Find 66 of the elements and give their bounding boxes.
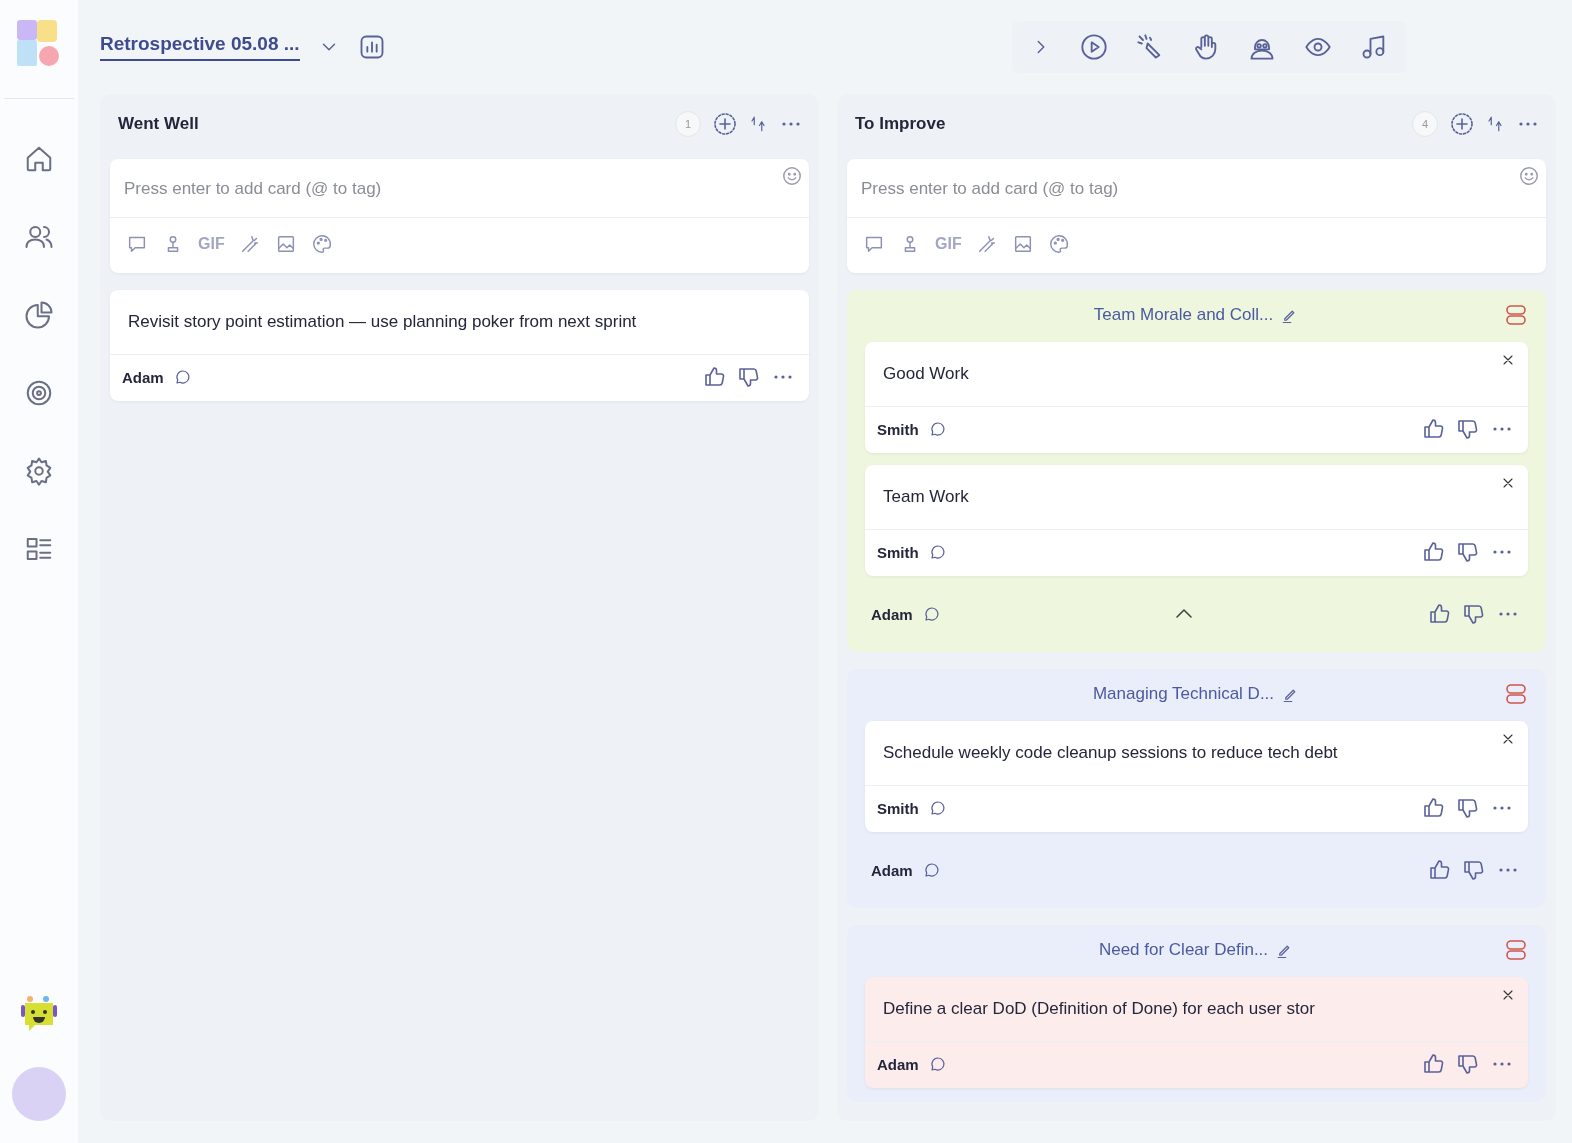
card-text: Schedule weekly code cleanup sessions to reduce tech debt — [865, 721, 1528, 786]
target-icon[interactable] — [24, 378, 54, 408]
thumbs-up-icon[interactable] — [1422, 1052, 1446, 1076]
smile-icon[interactable] — [781, 165, 803, 187]
thumbs-up-icon[interactable] — [1422, 540, 1446, 564]
smile-icon[interactable] — [1518, 165, 1540, 187]
thumbs-down-icon[interactable] — [1456, 1052, 1480, 1076]
author-name: Adam — [871, 605, 913, 623]
thumbs-up-icon[interactable] — [1422, 796, 1446, 820]
add-card-field[interactable]: Press enter to add card (@ to tag) — [847, 159, 1546, 218]
thumbs-down-icon[interactable] — [1462, 602, 1486, 626]
comment-icon[interactable] — [928, 799, 947, 817]
add-card-input[interactable]: Press enter to add card (@ to tag) — [861, 165, 1518, 199]
add-icon[interactable] — [1450, 112, 1474, 136]
comment-icon[interactable] — [922, 605, 941, 623]
add-card-field[interactable]: Press enter to add card (@ to tag) — [110, 159, 809, 218]
thumbs-up-icon[interactable] — [1422, 417, 1446, 441]
comment-icon[interactable] — [928, 543, 947, 561]
group-title[interactable]: Managing Technical D... — [1092, 684, 1275, 704]
card-text: Good Work — [865, 342, 1528, 407]
comment-icon[interactable] — [928, 1055, 947, 1073]
author-name: Adam — [871, 861, 913, 879]
sort-icon[interactable] — [1486, 115, 1504, 133]
card-text: Team Work — [865, 465, 1528, 530]
thumbs-up-icon[interactable] — [1428, 602, 1452, 626]
thumbs-down-icon[interactable] — [1456, 417, 1480, 441]
retro-card[interactable]: Revisit story point estimation — use planning poker from next sprint Adam — [110, 290, 809, 401]
stack-icon[interactable] — [1504, 303, 1528, 327]
card-text: Revisit story point estimation — use planning poker from next sprint — [110, 290, 809, 355]
thumbs-up-icon[interactable] — [1428, 858, 1452, 882]
thumbs-down-icon[interactable] — [1456, 796, 1480, 820]
card-text: Define a clear DoD (Definition of Done) for each user stor — [865, 977, 1528, 1042]
retro-card[interactable]: Team Work Smith — [865, 465, 1528, 576]
palette-icon[interactable] — [310, 233, 333, 255]
pie-chart-icon[interactable] — [24, 300, 54, 330]
card-count: 4 — [1412, 111, 1438, 137]
thumbs-down-icon[interactable] — [737, 365, 761, 389]
author-name: Smith — [877, 420, 919, 438]
comment-icon[interactable] — [173, 368, 192, 386]
play-icon[interactable] — [1080, 33, 1108, 61]
column-title: Went Well — [118, 114, 200, 134]
retro-card[interactable]: Define a clear DoD (Definition of Done) for each user stor Adam — [865, 977, 1528, 1088]
card-count: 1 — [675, 111, 701, 137]
stack-icon[interactable] — [1504, 682, 1528, 706]
group-title[interactable]: Need for Clear Defin... — [1098, 940, 1269, 960]
stack-icon[interactable] — [1504, 938, 1528, 962]
author-name: Adam — [122, 368, 164, 386]
palette-icon[interactable] — [1047, 233, 1070, 255]
board-title[interactable]: Retrospective 05.08 ... — [100, 29, 300, 61]
sort-icon[interactable] — [749, 115, 767, 133]
author-name: Smith — [877, 799, 919, 817]
add-icon[interactable] — [713, 112, 737, 136]
author-name: Adam — [877, 1055, 919, 1073]
settings-icon[interactable] — [24, 456, 54, 486]
retro-card[interactable]: Schedule weekly code cleanup sessions to reduce tech debt Smith — [865, 721, 1528, 832]
comment-icon[interactable] — [928, 420, 947, 438]
group-title[interactable]: Team Morale and Coll... — [1093, 305, 1274, 325]
comment-icon[interactable] — [922, 861, 941, 879]
thumbs-down-icon[interactable] — [1456, 540, 1480, 564]
column-title: To Improve — [855, 114, 947, 134]
retro-card[interactable]: Good Work Smith — [865, 342, 1528, 453]
thumbs-up-icon[interactable] — [703, 365, 727, 389]
home-icon[interactable] — [24, 144, 54, 174]
thumbs-down-icon[interactable] — [1462, 858, 1486, 882]
add-card-input[interactable]: Press enter to add card (@ to tag) — [124, 165, 781, 199]
author-name: Smith — [877, 543, 919, 561]
